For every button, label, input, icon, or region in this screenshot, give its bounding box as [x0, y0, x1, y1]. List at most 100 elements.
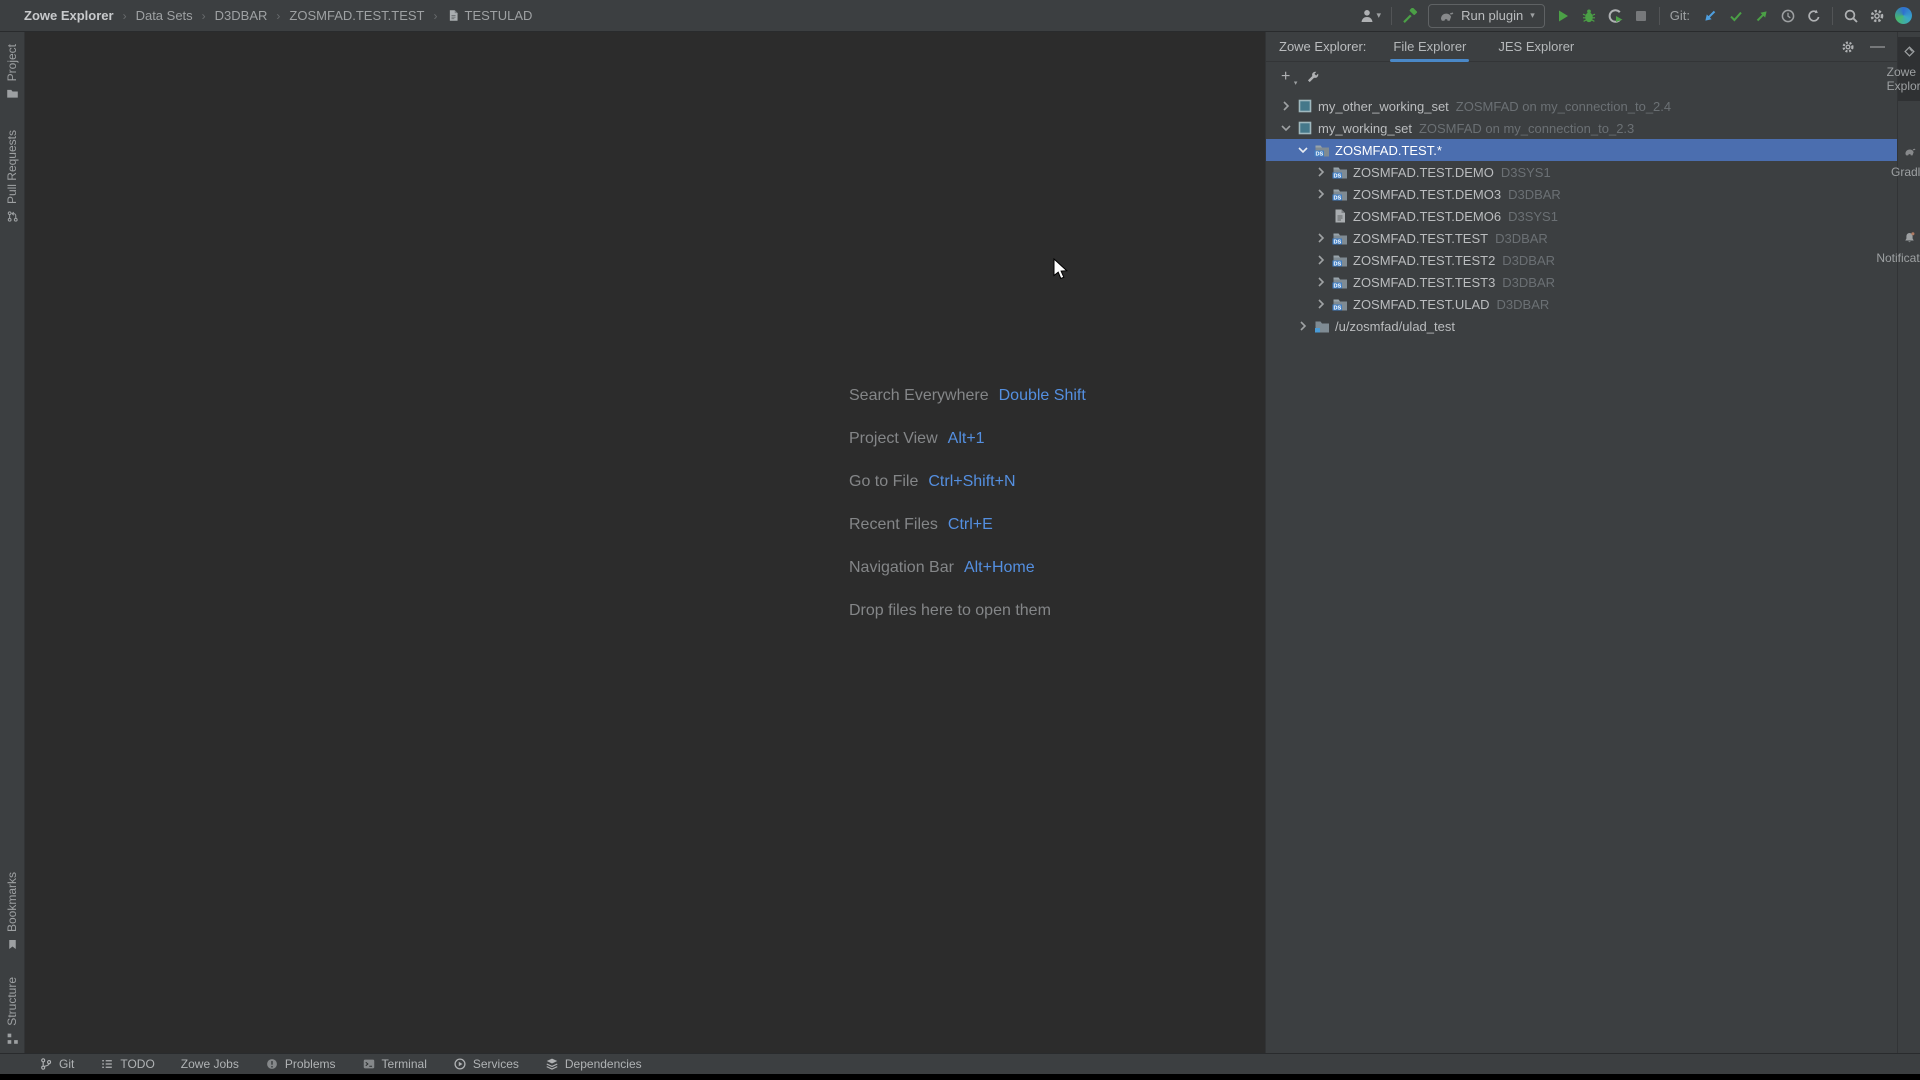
shortcut-link[interactable]: Alt+1 — [948, 430, 985, 448]
history-button[interactable] — [1780, 8, 1796, 24]
main-toolbar: Zowe Explorer › Data Sets › D3DBAR › ZOS… — [0, 0, 1920, 32]
search-everywhere-button[interactable] — [1843, 8, 1859, 24]
panel-title: Zowe Explorer: — [1279, 39, 1366, 54]
tree-item[interactable]: ZOSMFAD.TEST.DEMO6 D3SYS1 — [1266, 205, 1897, 227]
tool-window-tab-problems[interactable]: Problems — [252, 1054, 349, 1074]
left-stripe-bottom-group: Bookmarks Structure — [5, 872, 19, 1045]
todo-list-icon — [100, 1057, 114, 1071]
left-stripe-top-group: Project Pull Requests — [0, 44, 26, 223]
chevron-down-icon: ▾ — [1294, 80, 1298, 87]
breadcrumb-dataset[interactable]: ZOSMFAD.TEST.TEST — [289, 8, 424, 23]
tool-window-tab-bookmarks[interactable]: Bookmarks — [5, 872, 19, 951]
chevron-right-icon[interactable] — [1295, 318, 1311, 334]
tool-window-tab-git[interactable]: Git — [26, 1054, 87, 1074]
tree-item[interactable]: ZOSMFAD.TEST.TEST D3DBAR — [1266, 227, 1897, 249]
zowe-icon — [1903, 45, 1916, 58]
user-account-button[interactable]: ▾ — [1359, 8, 1382, 24]
gradle-icon — [1438, 8, 1454, 24]
tree-item[interactable]: ZOSMFAD.TEST.DEMO3 D3DBAR — [1266, 183, 1897, 205]
tool-window-tab-notifications[interactable]: Notifications — [1898, 223, 1920, 273]
dataset-mask-icon — [1314, 142, 1330, 158]
chevron-right-icon[interactable] — [1313, 252, 1329, 268]
chevron-right-icon[interactable] — [1313, 186, 1329, 202]
breadcrumb-separator-icon: › — [123, 9, 127, 23]
tree-item[interactable]: ZOSMFAD.TEST.TEST3 D3DBAR — [1266, 271, 1897, 293]
stop-button[interactable] — [1633, 8, 1649, 24]
wrench-icon[interactable] — [1306, 70, 1320, 84]
hint-row: Search Everywhere Double Shift — [849, 374, 1086, 417]
tool-window-tab-zowe-explorer[interactable]: Zowe Explorer — [1898, 37, 1920, 101]
tree-item-selected[interactable]: ZOSMFAD.TEST.* — [1266, 139, 1897, 161]
bell-icon — [1903, 231, 1916, 244]
tool-window-tab-terminal[interactable]: Terminal — [349, 1054, 440, 1074]
git-commit-button[interactable] — [1728, 8, 1744, 24]
undo-icon — [1806, 8, 1822, 24]
breadcrumb-member[interactable]: TESTULAD — [447, 8, 533, 23]
tab-jes-explorer[interactable]: JES Explorer — [1495, 32, 1577, 62]
debug-button[interactable] — [1581, 8, 1597, 24]
tree-item[interactable]: my_working_set ZOSMFAD on my_connection_… — [1266, 117, 1897, 139]
git-push-button[interactable] — [1754, 8, 1770, 24]
working-set-icon — [1297, 98, 1313, 114]
tree-item[interactable]: my_other_working_set ZOSMFAD on my_conne… — [1266, 95, 1897, 117]
tree-item[interactable]: ZOSMFAD.TEST.TEST2 D3DBAR — [1266, 249, 1897, 271]
bookmark-icon — [6, 938, 19, 951]
dependencies-icon — [545, 1057, 559, 1071]
build-button[interactable] — [1402, 8, 1418, 24]
tree-item[interactable]: ZOSMFAD.TEST.DEMO D3SYS1 — [1266, 161, 1897, 183]
chevron-down-icon[interactable] — [1278, 120, 1294, 136]
panel-toolbar: +▾ — [1266, 62, 1897, 92]
chevron-right-icon[interactable] — [1313, 230, 1329, 246]
structure-icon — [6, 1032, 19, 1045]
shortcut-link[interactable]: Ctrl+Shift+N — [928, 473, 1015, 491]
gradle-icon — [1903, 145, 1916, 158]
terminal-icon — [362, 1057, 376, 1071]
breadcrumb-separator-icon: › — [434, 9, 438, 23]
tree-item[interactable]: /u/zosmfad/ulad_test — [1266, 315, 1897, 337]
breadcrumb-separator-icon: › — [202, 9, 206, 23]
hint-row: Recent Files Ctrl+E — [849, 503, 1086, 546]
tool-window-tab-structure[interactable]: Structure — [5, 977, 19, 1045]
git-update-button[interactable] — [1702, 8, 1718, 24]
settings-button[interactable] — [1869, 8, 1885, 24]
pull-request-icon — [6, 210, 19, 223]
run-button[interactable] — [1555, 8, 1571, 24]
tool-window-tab-services[interactable]: Services — [440, 1054, 532, 1074]
chevron-right-icon[interactable] — [1313, 274, 1329, 290]
rollback-button[interactable] — [1806, 8, 1822, 24]
breadcrumb-connection[interactable]: D3DBAR — [215, 8, 268, 23]
bug-icon — [1581, 8, 1597, 24]
dataset-tree: my_other_working_set ZOSMFAD on my_conne… — [1266, 92, 1897, 337]
tab-file-explorer[interactable]: File Explorer — [1390, 32, 1469, 62]
git-label: Git: — [1670, 8, 1690, 23]
search-icon — [1843, 8, 1859, 24]
hide-panel-button[interactable]: — — [1870, 39, 1885, 54]
tool-window-tab-project[interactable]: Project — [5, 44, 19, 100]
breadcrumb-data-sets[interactable]: Data Sets — [136, 8, 193, 23]
user-icon — [1359, 8, 1375, 24]
tool-window-tab-dependencies[interactable]: Dependencies — [532, 1054, 655, 1074]
tool-window-tab-todo[interactable]: TODO — [87, 1054, 167, 1074]
chevron-right-icon[interactable] — [1313, 164, 1329, 180]
shortcut-link[interactable]: Alt+Home — [964, 559, 1035, 577]
tool-window-tab-pull-requests[interactable]: Pull Requests — [0, 130, 26, 223]
profile-button[interactable] — [1607, 8, 1623, 24]
shortcut-link[interactable]: Double Shift — [999, 387, 1086, 405]
dataset-icon — [1332, 186, 1348, 202]
tree-item[interactable]: ZOSMFAD.TEST.ULAD D3DBAR — [1266, 293, 1897, 315]
right-tool-stripe: Zowe Explorer Gradle Notifications — [1897, 32, 1920, 1053]
shortcut-link[interactable]: Ctrl+E — [948, 516, 993, 534]
run-configuration-label: Run plugin — [1461, 8, 1523, 23]
chevron-right-icon[interactable] — [1313, 296, 1329, 312]
run-configuration-select[interactable]: Run plugin ▾ — [1428, 4, 1545, 28]
gear-icon[interactable] — [1841, 40, 1855, 54]
add-working-set-button[interactable]: +▾ — [1281, 69, 1290, 85]
breadcrumb-root[interactable]: Zowe Explorer — [24, 8, 114, 23]
tool-window-tab-zowe-jobs[interactable]: Zowe Jobs — [168, 1054, 252, 1074]
git-branch-icon — [39, 1057, 53, 1071]
ide-logo-icon[interactable] — [1895, 7, 1912, 24]
chevron-down-icon[interactable] — [1295, 142, 1311, 158]
tool-window-tab-gradle[interactable]: Gradle — [1898, 137, 1920, 187]
toolbar-divider — [1391, 7, 1392, 25]
chevron-right-icon[interactable] — [1278, 98, 1294, 114]
